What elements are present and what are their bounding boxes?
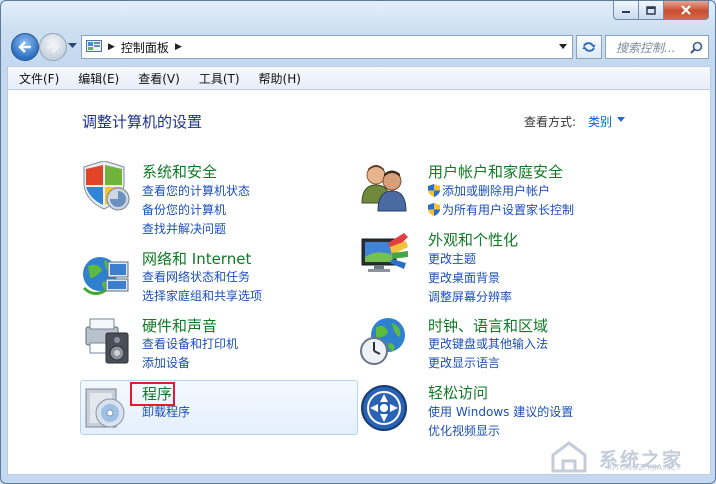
ease-of-access-icon[interactable] bbox=[358, 382, 410, 434]
system-security-shield-icon[interactable] bbox=[80, 161, 132, 213]
maximize-button[interactable] bbox=[639, 1, 664, 20]
link-change-input-method[interactable]: 更改键盘或其他输入法 bbox=[428, 335, 548, 352]
link-add-remove-users-text: 添加或删除用户帐户 bbox=[442, 184, 551, 198]
breadcrumb-separator[interactable]: ▶ bbox=[108, 42, 115, 52]
refresh-icon bbox=[582, 42, 596, 52]
network-globe-icon[interactable] bbox=[80, 248, 132, 300]
breadcrumb-separator[interactable]: ▶ bbox=[175, 42, 182, 52]
link-optimize-video[interactable]: 优化视频显示 bbox=[428, 422, 500, 439]
link-parental-controls[interactable]: 为所有用户设置家长控制 bbox=[428, 201, 574, 218]
refresh-button[interactable] bbox=[576, 35, 602, 59]
link-change-theme[interactable]: 更改主题 bbox=[428, 250, 476, 267]
breadcrumb-control-panel[interactable]: 控制面板 bbox=[121, 39, 169, 56]
programs-disc-box-icon[interactable] bbox=[80, 381, 132, 433]
uac-shield-icon bbox=[428, 184, 440, 197]
menu-file[interactable]: 文件(F) bbox=[8, 70, 67, 87]
watermark-subtext: XITONGZHIJIA.NET bbox=[607, 463, 681, 472]
close-button[interactable] bbox=[664, 1, 709, 20]
address-dropdown-icon[interactable] bbox=[559, 40, 568, 52]
category-heading[interactable]: 用户帐户和家庭安全 bbox=[428, 161, 563, 182]
recent-pages-chevron-icon[interactable] bbox=[68, 43, 77, 49]
link-add-remove-users[interactable]: 添加或删除用户帐户 bbox=[428, 182, 550, 199]
view-by-dropdown[interactable]: 类别 bbox=[588, 113, 612, 130]
back-arrow-icon bbox=[18, 41, 31, 53]
menu-view[interactable]: 查看(V) bbox=[127, 70, 188, 87]
menu-bar: 文件(F) 编辑(E) 查看(V) 工具(T) 帮助(H) bbox=[7, 66, 711, 89]
link-recommended-settings[interactable]: 使用 Windows 建议的设置 bbox=[428, 403, 573, 420]
category-heading[interactable]: 系统和安全 bbox=[142, 161, 217, 182]
view-by-chevron-icon[interactable] bbox=[617, 117, 625, 122]
menu-tools[interactable]: 工具(T) bbox=[188, 70, 248, 87]
users-icon[interactable] bbox=[358, 161, 410, 213]
link-parental-controls-text: 为所有用户设置家长控制 bbox=[442, 203, 575, 217]
highlight-box bbox=[130, 382, 175, 406]
category-heading[interactable]: 时钟、语言和区域 bbox=[428, 315, 548, 336]
watermark-house-icon bbox=[551, 441, 587, 473]
menu-edit[interactable]: 编辑(E) bbox=[67, 70, 127, 87]
link-view-computer-status[interactable]: 查看您的计算机状态 bbox=[142, 182, 250, 199]
forward-arrow-icon bbox=[47, 41, 60, 53]
link-backup-computer[interactable]: 备份您的计算机 bbox=[142, 201, 226, 218]
address-bar[interactable]: ▶ 控制面板 ▶ bbox=[81, 35, 573, 59]
page-title: 调整计算机的设置 bbox=[82, 113, 203, 131]
view-by-label: 查看方式: bbox=[524, 115, 577, 129]
menu-help[interactable]: 帮助(H) bbox=[248, 70, 309, 87]
maximize-icon bbox=[646, 5, 656, 15]
search-box[interactable]: 搜索控制... bbox=[605, 35, 709, 59]
category-heading[interactable]: 轻松访问 bbox=[428, 382, 488, 403]
link-change-background[interactable]: 更改桌面背景 bbox=[428, 269, 500, 286]
control-panel-content: 调整计算机的设置 查看方式: 类别 系统和安全 查看您的计算机状态 备份您的计算… bbox=[7, 89, 711, 475]
window-caption-buttons bbox=[613, 1, 709, 20]
minimize-icon bbox=[622, 11, 630, 13]
forward-button[interactable] bbox=[39, 33, 67, 61]
link-change-display-language[interactable]: 更改显示语言 bbox=[428, 354, 500, 371]
link-devices-printers[interactable]: 查看设备和打印机 bbox=[142, 335, 238, 352]
uac-shield-icon bbox=[428, 203, 440, 216]
search-placeholder: 搜索控制... bbox=[616, 40, 676, 55]
category-heading[interactable]: 硬件和声音 bbox=[142, 315, 217, 336]
search-icon[interactable] bbox=[690, 41, 703, 54]
category-heading[interactable]: 网络和 Internet bbox=[142, 248, 251, 269]
clock-globe-icon[interactable] bbox=[358, 315, 410, 367]
control-panel-icon bbox=[86, 40, 102, 52]
navigation-bar: ▶ 控制面板 ▶ 搜索控制... bbox=[1, 29, 715, 65]
link-add-device[interactable]: 添加设备 bbox=[142, 354, 190, 371]
link-find-fix-problems[interactable]: 查找并解决问题 bbox=[142, 220, 226, 237]
back-button[interactable] bbox=[11, 33, 39, 61]
minimize-button[interactable] bbox=[613, 1, 639, 20]
printer-speaker-icon[interactable] bbox=[80, 315, 132, 367]
appearance-monitor-palette-icon[interactable] bbox=[358, 229, 410, 281]
link-homegroup-sharing[interactable]: 选择家庭组和共享选项 bbox=[142, 287, 262, 304]
control-panel-window: ▶ 控制面板 ▶ 搜索控制... 文件(F) 编辑(E) 查看(V) 工具(T)… bbox=[0, 0, 716, 484]
category-heading[interactable]: 外观和个性化 bbox=[428, 229, 518, 250]
link-adjust-resolution[interactable]: 调整屏幕分辨率 bbox=[428, 288, 512, 305]
close-icon bbox=[681, 5, 691, 15]
watermark: 系统之家 XITONGZHIJIA.NET bbox=[549, 441, 683, 475]
link-network-status[interactable]: 查看网络状态和任务 bbox=[142, 268, 250, 285]
